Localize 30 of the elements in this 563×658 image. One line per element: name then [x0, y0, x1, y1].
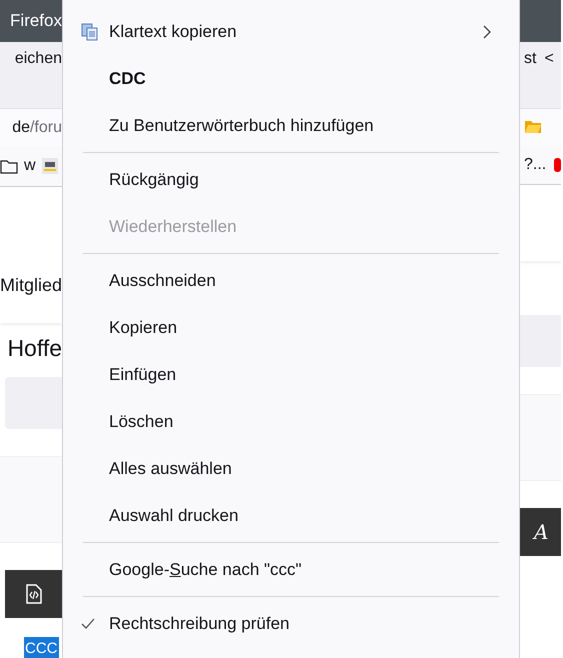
- bookmark-item[interactable]: w: [24, 157, 36, 175]
- menu-item[interactable]: Rechtschreibung prüfen: [63, 600, 519, 647]
- italic-button[interactable]: A: [534, 520, 548, 544]
- menu-item[interactable]: Zu Benutzerwörterbuch hinzufügen: [63, 102, 519, 149]
- nav-link[interactable]: Mitglied: [0, 274, 62, 296]
- menu-item[interactable]: Löschen: [63, 398, 519, 445]
- menu-item[interactable]: Kopieren: [63, 304, 519, 351]
- menu-item[interactable]: Klartext kopieren: [63, 8, 519, 55]
- documents-icon: [81, 22, 99, 40]
- menu-item[interactable]: Google-Suche nach "ccc": [63, 546, 519, 593]
- bookmark-item[interactable]: ?...: [524, 156, 546, 174]
- bookmark-favicon-icon[interactable]: [42, 158, 58, 174]
- menu-item[interactable]: Auswahl drucken: [63, 492, 519, 539]
- menu-item[interactable]: Alles auswählen: [63, 445, 519, 492]
- highlighted-word: CCC: [24, 637, 58, 658]
- menu-item[interactable]: Einfügen: [63, 351, 519, 398]
- folder-icon[interactable]: [0, 158, 18, 174]
- code-file-icon[interactable]: [26, 584, 42, 604]
- menu-item[interactable]: Ausschneiden: [63, 257, 519, 304]
- bookmark-favicon-icon[interactable]: [554, 158, 561, 172]
- title-bar: [520, 0, 561, 42]
- menu-item[interactable]: Rückgängig: [63, 156, 519, 203]
- menu-bar-item[interactable]: st: [524, 50, 536, 68]
- address-text[interactable]: de/foru: [12, 118, 62, 136]
- chevron-right-icon: [483, 24, 491, 38]
- menu-bar-item[interactable]: eichen: [14, 50, 62, 68]
- menu-item[interactable]: CDC: [63, 55, 519, 102]
- menu-bar-item[interactable]: <: [544, 50, 554, 68]
- window-title: Firefox: [10, 11, 62, 31]
- post-heading: Hoffe: [7, 334, 62, 362]
